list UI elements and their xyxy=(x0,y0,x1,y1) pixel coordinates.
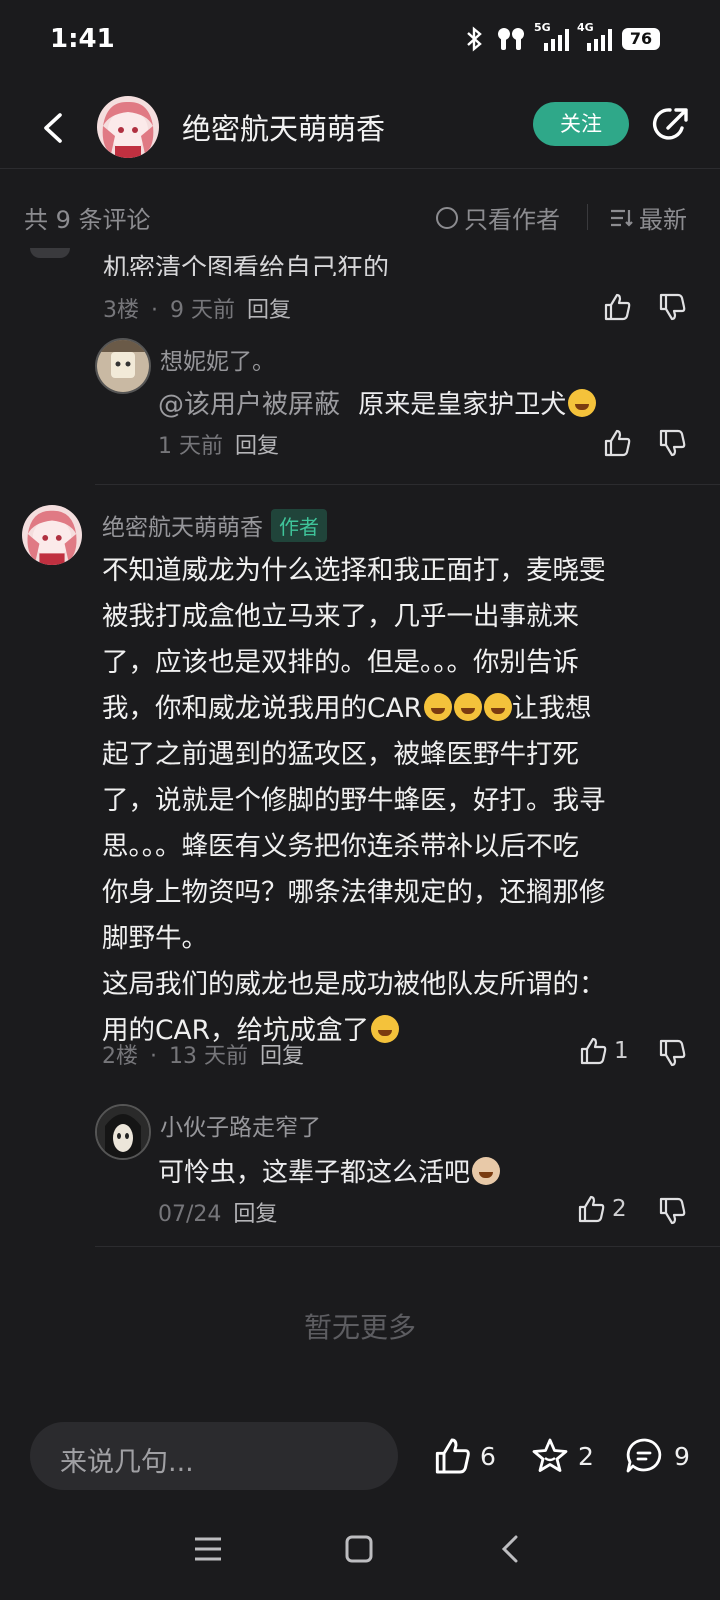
comments-count: 9 xyxy=(674,1441,690,1471)
floor-label: 2楼 xyxy=(102,1044,138,1069)
status-icons: 5G 4G 76 xyxy=(464,21,660,52)
comment-meta: 3楼 · 9 天前 回复 xyxy=(103,298,292,323)
reply-button[interactable]: 回复 xyxy=(233,1202,277,1227)
comment-line: 这局我们的威龙也是成功被他队友所谓的： xyxy=(102,969,606,1000)
smile-emoji-icon xyxy=(568,389,597,417)
comment-line: 你身上物资吗？哪条法律规定的，还搁那修 xyxy=(102,877,606,908)
comment-time: 13 天前 xyxy=(169,1044,248,1069)
post-like-button[interactable]: 6 xyxy=(432,1436,496,1476)
star-icon xyxy=(532,1438,568,1472)
comment-avatar-partial xyxy=(30,248,70,258)
crying-emoji-icon xyxy=(454,693,483,721)
reply-button[interactable]: 回复 xyxy=(247,298,291,323)
sort-label: 最新 xyxy=(639,206,687,234)
comment-line: 我，你和威龙说我用的CAR 让我想 xyxy=(102,693,592,724)
follow-button[interactable]: 关注 xyxy=(533,102,629,146)
signal-5g-icon: 5G xyxy=(534,21,569,51)
post-like-count: 6 xyxy=(480,1441,496,1471)
top-bar: 绝密航天萌萌香 关注 xyxy=(0,88,720,169)
comment-meta: 2楼 · 13 天前 回复 xyxy=(102,1044,305,1069)
status-time: 1:41 xyxy=(50,24,115,54)
favorite-count: 2 xyxy=(578,1441,594,1471)
thumbs-up-icon xyxy=(435,1438,470,1474)
reply-text: 可怜虫，这辈子都这么活吧 xyxy=(158,1152,501,1189)
reply-body: 原来是皇家护卫犬 xyxy=(358,390,567,420)
reply-meta: 1 天前 回复 xyxy=(158,428,291,460)
comment-divider xyxy=(95,1246,720,1247)
crying-emoji-icon xyxy=(424,693,453,721)
comment-divider xyxy=(95,484,720,485)
comment-input-placeholder: 来说几句... xyxy=(60,1447,194,1478)
comment-line: 起了之前遇到的猛攻区，被蜂医野牛打死 xyxy=(102,739,579,770)
reply-avatar[interactable] xyxy=(95,1104,151,1160)
author-only-toggle[interactable]: 只看作者 xyxy=(436,200,560,235)
earbuds-icon xyxy=(498,28,524,50)
home-icon[interactable] xyxy=(344,1534,374,1564)
signal-4g-icon: 4G xyxy=(577,21,612,51)
comment-line: 思。。。蜂医有义务把你连杀带补以后不吃 xyxy=(102,831,579,862)
thumbs-down-icon[interactable] xyxy=(657,1038,687,1068)
comment-line: 脚野牛。 xyxy=(102,923,208,954)
thumbs-up-icon[interactable] xyxy=(602,428,632,458)
thumbs-down-icon[interactable] xyxy=(657,292,687,322)
like-count: 2 xyxy=(612,1196,627,1222)
reply-avatar[interactable] xyxy=(95,338,151,394)
crying-emoji-icon xyxy=(484,693,513,721)
divider xyxy=(587,204,588,230)
reply-button[interactable]: 回复 xyxy=(235,434,279,459)
sort-toggle[interactable]: 最新 xyxy=(609,200,687,235)
page-title: 绝密航天萌萌香 xyxy=(182,112,386,146)
mention[interactable]: @该用户被屏蔽 xyxy=(158,390,340,420)
chat-bubble-icon xyxy=(626,1438,662,1473)
sort-list-icon xyxy=(611,209,633,227)
no-more-label: 暂无更多 xyxy=(303,1311,416,1344)
comments-button[interactable]: 9 xyxy=(624,1436,690,1476)
comment-line: 了，应该也是双排的。但是。。。你别告诉 xyxy=(102,647,579,678)
reply-button[interactable]: 回复 xyxy=(260,1044,304,1069)
reply-time: 1 天前 xyxy=(158,434,223,459)
comment-body: 不知道威龙为什么选择和我正面打，麦晓雯 被我打成盒他立马来了，几乎一出事就来 了… xyxy=(102,548,692,1054)
comment-count: 共 9 条评论 xyxy=(24,206,151,234)
comment-avatar[interactable] xyxy=(22,505,82,565)
back-icon[interactable] xyxy=(496,1534,526,1564)
reply-time: 07/24 xyxy=(158,1202,222,1227)
floor-label: 3楼 xyxy=(103,298,139,323)
thumbs-up-emoji-icon xyxy=(472,1157,501,1185)
like-count: 1 xyxy=(614,1038,629,1064)
like-button[interactable]: 2 xyxy=(576,1194,627,1224)
author-avatar[interactable] xyxy=(97,96,159,158)
comment-line: 被我打成盒他立马来了，几乎一出事就来 xyxy=(102,601,579,632)
author-only-label: 只看作者 xyxy=(464,206,560,234)
radio-circle-icon xyxy=(436,206,458,229)
reply-username[interactable]: 想妮妮了。 xyxy=(160,342,275,376)
thumbs-down-icon[interactable] xyxy=(657,1196,687,1226)
favorite-button[interactable]: 2 xyxy=(530,1436,594,1476)
reply-meta: 07/24 回复 xyxy=(158,1196,289,1228)
like-button[interactable]: 1 xyxy=(578,1036,629,1066)
crying-emoji-icon xyxy=(371,1015,400,1043)
battery-indicator: 76 xyxy=(622,28,660,50)
reply-body: 可怜虫，这辈子都这么活吧 xyxy=(158,1158,471,1188)
menu-icon[interactable] xyxy=(193,1534,223,1564)
comment-author: 绝密航天萌萌香 作者 xyxy=(102,508,327,542)
comment-time: 9 天前 xyxy=(170,298,235,323)
bluetooth-icon xyxy=(467,26,482,52)
back-arrow-icon[interactable] xyxy=(36,110,72,146)
comment-input[interactable]: 来说几句... xyxy=(30,1422,398,1490)
comment-line: 了，说就是个修脚的野牛蜂医，好打。我寻 xyxy=(102,785,606,816)
thumbs-up-icon xyxy=(580,1037,607,1065)
system-nav-bar xyxy=(0,1510,720,1600)
comment-text: 机密清个图看给自己狂的 xyxy=(103,254,390,276)
author-badge: 作者 xyxy=(271,508,327,542)
thumbs-down-icon[interactable] xyxy=(657,428,687,458)
reply-username[interactable]: 小伙子路走窄了 xyxy=(160,1108,321,1142)
thumbs-up-icon[interactable] xyxy=(602,292,632,322)
comment-line: 不知道威龙为什么选择和我正面打，麦晓雯 xyxy=(102,555,606,586)
comment-username[interactable]: 绝密航天萌萌香 xyxy=(102,508,263,542)
share-icon[interactable] xyxy=(652,104,692,144)
thumbs-up-icon xyxy=(578,1195,605,1223)
reply-text: @该用户被屏蔽 原来是皇家护卫犬 xyxy=(158,384,597,421)
